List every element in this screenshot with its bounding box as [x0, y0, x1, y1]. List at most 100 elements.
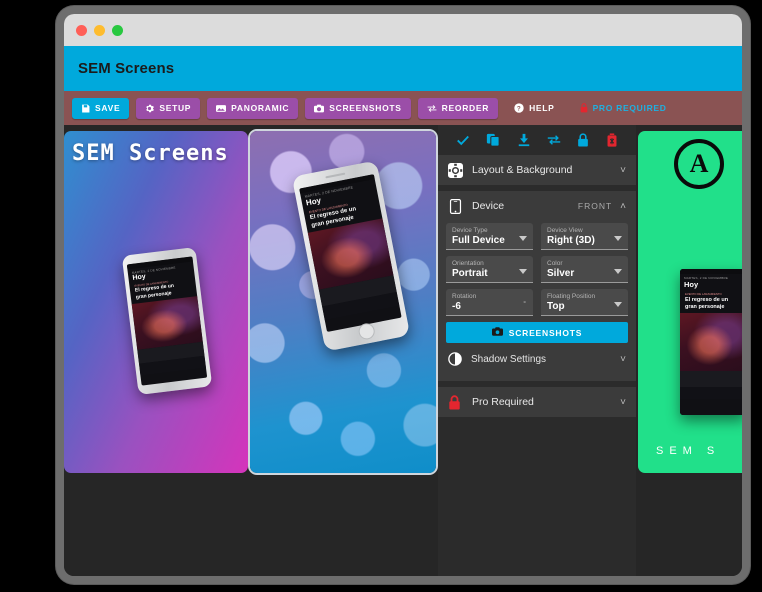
- section-device-header[interactable]: Device FRONT ˄: [438, 191, 636, 221]
- field-row: Rotation -6 ° Floating Position Top: [446, 289, 628, 317]
- contrast-icon: [448, 352, 462, 367]
- phone-mockup[interactable]: MARTES, 2 DE NOVIEMBRE Hoy EVENTO DE LAN…: [121, 247, 213, 395]
- field-color[interactable]: Color Silver: [541, 256, 628, 284]
- field-label: Color: [547, 260, 563, 268]
- chevron-down-icon[interactable]: [614, 302, 622, 308]
- preview-card-gradient[interactable]: SEM Screens MARTES, 2 DE NOVIEMBRE Hoy E…: [64, 131, 248, 473]
- section-layout-header[interactable]: Layout & Background ˅: [438, 155, 636, 185]
- minimize-button[interactable]: [94, 25, 105, 36]
- section-pro-header[interactable]: Pro Required ˅: [438, 387, 636, 417]
- window-inner: SEM Screens SAVE SETUP PANORAMIC SCREENS…: [64, 14, 742, 576]
- camera-icon: [491, 327, 503, 338]
- section-pro-required[interactable]: Pro Required ˅: [438, 387, 636, 418]
- pro-required-button[interactable]: PRO REQUIRED: [571, 98, 676, 119]
- preview-card-bokeh[interactable]: MARTES, 2 DE NOVIEMBRE Hoy EVENTO DE LAN…: [250, 131, 436, 473]
- phone-home-button: [357, 322, 377, 341]
- workspace: SEM Screens MARTES, 2 DE NOVIEMBRE Hoy E…: [64, 125, 742, 576]
- gear-icon: [145, 104, 155, 113]
- check-icon[interactable]: [456, 133, 470, 147]
- field-device-view[interactable]: Device View Right (3D): [541, 223, 628, 251]
- chevron-down-icon[interactable]: ˅: [620, 354, 626, 365]
- phone-icon: [448, 198, 463, 214]
- field-device-type[interactable]: Device Type Full Device: [446, 223, 533, 251]
- window-frame: SEM Screens SAVE SETUP PANORAMIC SCREENS…: [56, 6, 750, 584]
- download-icon[interactable]: [517, 133, 531, 147]
- screen-row: [680, 370, 742, 387]
- setup-label: SETUP: [159, 103, 192, 113]
- panel-icon-bar: [438, 125, 636, 155]
- field-value: Right (3D): [547, 235, 595, 247]
- setup-button[interactable]: SETUP: [136, 97, 201, 119]
- field-label: Device Type: [452, 227, 488, 234]
- field-label: Orientation: [452, 260, 484, 268]
- layout-icon: [448, 162, 463, 178]
- field-value: Portrait: [452, 268, 488, 280]
- help-icon: ?: [514, 103, 524, 113]
- panoramic-label: PANORAMIC: [231, 103, 290, 113]
- chevron-down-icon[interactable]: [519, 236, 527, 241]
- chevron-down-icon[interactable]: ˅: [620, 165, 626, 176]
- save-label: SAVE: [95, 103, 121, 113]
- trash-icon[interactable]: [606, 133, 618, 147]
- card-footer: SEM S: [656, 445, 721, 457]
- reorder-label: REORDER: [441, 103, 490, 113]
- camera-icon: [314, 104, 325, 113]
- screen-headline-2: gran personaje: [685, 304, 725, 311]
- phone-mockup[interactable]: MARTES, 2 DE NOVIEMBRE Hoy EVENTO DE LAN…: [680, 269, 742, 415]
- screen-artwork: [680, 312, 742, 371]
- screenshot-root: SEM Screens SAVE SETUP PANORAMIC SCREENS…: [0, 0, 762, 592]
- reorder-icon[interactable]: [547, 133, 561, 147]
- section-device-label: Device: [472, 200, 505, 212]
- save-icon: [81, 104, 90, 113]
- panel-screenshots-label: SCREENSHOTS: [508, 327, 583, 338]
- section-device: Device FRONT ˄ Device Type Full Device D…: [438, 191, 636, 382]
- settings-panel: Layout & Background ˅ Device FRONT ˄ Dev…: [438, 125, 636, 576]
- pro-required-label: PRO REQUIRED: [592, 103, 667, 113]
- lock-icon[interactable]: [577, 133, 589, 147]
- help-label: HELP: [529, 103, 555, 113]
- field-value: Top: [547, 301, 565, 313]
- phone-screen: MARTES, 2 DE NOVIEMBRE Hoy EVENTO DE LAN…: [299, 174, 402, 332]
- phone-mockup[interactable]: MARTES, 2 DE NOVIEMBRE Hoy EVENTO DE LAN…: [291, 160, 411, 352]
- save-button[interactable]: SAVE: [72, 97, 130, 119]
- preview-card-green[interactable]: A MARTES, 2 DE NOVIEMBRE Hoy EVENTO DE L…: [638, 131, 742, 473]
- panoramic-button[interactable]: PANORAMIC: [207, 97, 299, 119]
- app-header: SEM Screens: [64, 46, 742, 91]
- lock-icon: [448, 395, 463, 410]
- chevron-down-icon[interactable]: [614, 236, 622, 241]
- section-layout-background[interactable]: Layout & Background ˅: [438, 155, 636, 185]
- chevron-up-icon[interactable]: ˄: [620, 201, 626, 212]
- duplicate-icon[interactable]: [486, 133, 501, 147]
- field-value: Full Device: [452, 235, 505, 247]
- field-rotation[interactable]: Rotation -6 °: [446, 289, 533, 317]
- svg-text:?: ?: [517, 105, 521, 112]
- degree-unit: °: [523, 301, 526, 309]
- screenshots-label: SCREENSHOTS: [329, 103, 402, 113]
- panel-screenshots-button[interactable]: SCREENSHOTS: [446, 322, 628, 344]
- maximize-button[interactable]: [112, 25, 123, 36]
- field-label: Device View: [547, 227, 583, 234]
- phone-screen: MARTES, 2 DE NOVIEMBRE Hoy EVENTO DE LAN…: [126, 256, 208, 386]
- app-title: SEM Screens: [78, 60, 175, 77]
- help-button[interactable]: ? HELP: [505, 98, 563, 119]
- chevron-down-icon[interactable]: [614, 269, 622, 275]
- subsection-shadow-settings[interactable]: Shadow Settings ˅: [446, 345, 628, 373]
- chevron-down-icon[interactable]: ˅: [620, 397, 626, 408]
- phone-speaker: [325, 172, 346, 179]
- reorder-icon: [427, 104, 437, 113]
- close-button[interactable]: [76, 25, 87, 36]
- device-fields: Device Type Full Device Device View Righ…: [438, 221, 636, 381]
- field-row: Orientation Portrait Color Silver: [446, 256, 628, 284]
- main-toolbar: SAVE SETUP PANORAMIC SCREENSHOTS REORDER…: [64, 91, 742, 125]
- field-label: Rotation: [452, 293, 477, 301]
- field-value: -6: [452, 301, 461, 313]
- screenshots-button[interactable]: SCREENSHOTS: [305, 97, 411, 119]
- reorder-button[interactable]: REORDER: [417, 97, 499, 119]
- screen-artwork: [131, 295, 203, 350]
- chevron-down-icon[interactable]: [519, 269, 527, 275]
- field-orientation[interactable]: Orientation Portrait: [446, 256, 533, 284]
- lock-icon: [580, 103, 588, 113]
- field-floating-position[interactable]: Floating Position Top: [541, 289, 628, 317]
- screen-title: Hoy: [684, 280, 699, 289]
- logo-a-icon: A: [674, 139, 724, 189]
